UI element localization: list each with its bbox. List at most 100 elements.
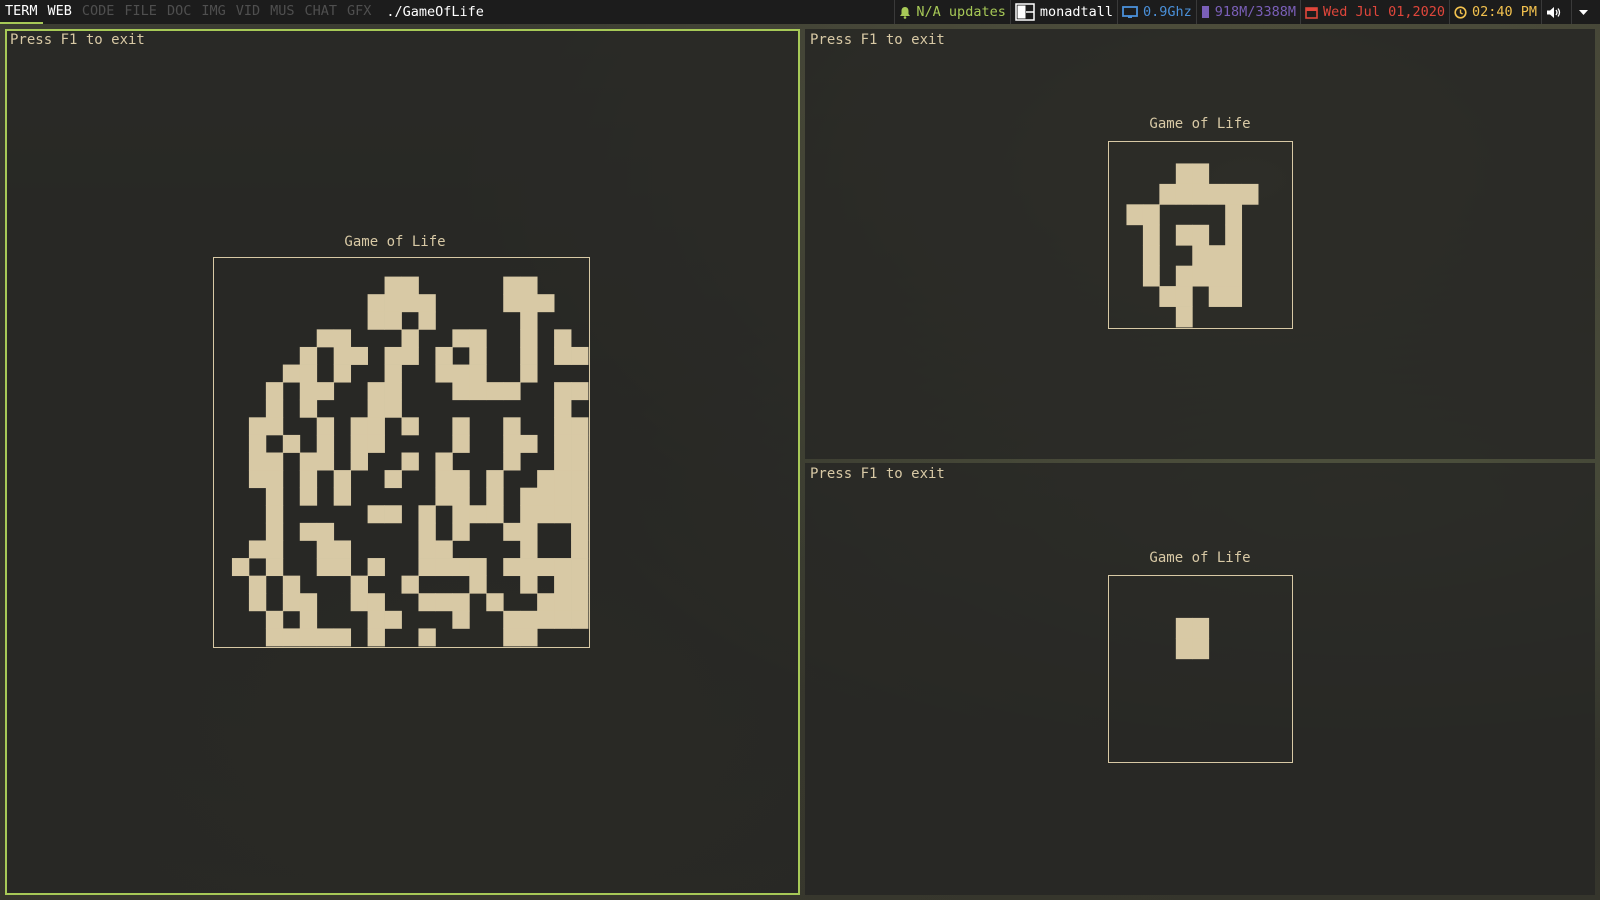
live-cell	[1175, 617, 1193, 639]
live-cell	[265, 452, 284, 471]
live-cell	[1126, 204, 1144, 226]
live-cell	[554, 505, 572, 524]
live-cell	[554, 470, 572, 489]
live-cell	[486, 505, 504, 524]
live-cell	[554, 452, 572, 471]
live-cell	[554, 399, 572, 418]
live-cell	[367, 294, 385, 313]
live-cell	[299, 452, 318, 471]
live-cell	[435, 452, 453, 471]
live-cell	[248, 417, 267, 436]
cpu-widget: 0.9Ghz	[1116, 0, 1196, 24]
live-cell	[452, 417, 470, 436]
live-cell	[1175, 286, 1193, 307]
live-cell	[350, 434, 368, 453]
live-cell	[248, 575, 267, 594]
live-cell	[503, 628, 521, 647]
group-tab-web[interactable]: WEB	[43, 0, 77, 24]
live-cell	[367, 610, 385, 629]
live-cell	[1192, 163, 1210, 185]
live-cell	[571, 558, 589, 577]
live-cell	[350, 452, 368, 471]
live-cell	[265, 417, 284, 436]
top-bar: TERM WEB CODE FILE DOC IMG VID MUS CHAT GFX ./Gam…	[0, 0, 1600, 24]
bell-icon	[900, 6, 911, 19]
live-cell	[1159, 183, 1177, 205]
live-cell	[265, 505, 284, 524]
layout-widget[interactable]: monadtall	[1009, 0, 1117, 24]
live-cell	[435, 346, 453, 365]
live-cell	[367, 382, 385, 401]
live-cell	[418, 558, 436, 577]
live-cell	[469, 382, 487, 401]
live-cell	[503, 276, 521, 295]
live-cell	[571, 382, 589, 401]
group-tab-img[interactable]: IMG	[196, 0, 230, 24]
live-cell	[571, 470, 589, 489]
live-cell	[333, 558, 352, 577]
clock-icon	[1454, 5, 1467, 19]
live-cell	[452, 382, 470, 401]
live-cell	[554, 593, 572, 612]
cpu-label: 0.9Ghz	[1142, 4, 1192, 20]
live-cell	[299, 593, 318, 612]
live-cell	[418, 540, 436, 559]
terminal-window-right-top[interactable]: Press F1 to exit Game of Life	[805, 29, 1595, 459]
live-cell	[1225, 265, 1243, 287]
live-cell	[316, 382, 335, 401]
live-cell	[401, 417, 419, 436]
group-tab-chat[interactable]: CHAT	[300, 0, 343, 24]
live-cell	[265, 610, 284, 629]
live-cell	[401, 346, 419, 365]
live-cell	[350, 417, 368, 436]
live-cell	[367, 417, 385, 436]
game-title: Game of Life	[1149, 116, 1251, 132]
live-cell	[1192, 224, 1210, 246]
live-cell	[486, 593, 504, 612]
cell-grid	[1126, 163, 1259, 328]
systray-menu[interactable]	[1571, 0, 1600, 24]
live-cell	[384, 276, 402, 295]
group-tab-mus[interactable]: MUS	[265, 0, 299, 24]
live-cell	[1192, 183, 1210, 205]
terminal-window-left[interactable]: Press F1 to exit Game of Life	[5, 29, 800, 895]
live-cell	[282, 593, 301, 612]
game-board	[213, 257, 590, 648]
live-cell	[367, 593, 385, 612]
live-cell	[367, 399, 385, 418]
live-cell	[384, 311, 402, 330]
group-tab-file[interactable]: FILE	[119, 0, 162, 24]
live-cell	[401, 329, 419, 348]
cell-grid	[231, 276, 589, 647]
live-cell	[299, 346, 318, 365]
live-cell	[350, 575, 368, 594]
live-cell	[520, 311, 538, 330]
live-cell	[537, 470, 555, 489]
group-tab-gfx[interactable]: GFX	[342, 0, 376, 24]
live-cell	[350, 593, 368, 612]
live-cell	[520, 346, 538, 365]
live-cell	[1208, 245, 1226, 267]
live-cell	[537, 487, 555, 506]
live-cell	[1175, 265, 1193, 287]
live-cell	[1208, 286, 1226, 307]
group-tab-term[interactable]: TERM	[0, 0, 43, 24]
live-cell	[299, 470, 318, 489]
live-cell	[265, 399, 284, 418]
live-cell	[469, 505, 487, 524]
live-cell	[469, 558, 487, 577]
live-cell	[571, 505, 589, 524]
group-tab-vid[interactable]: VID	[231, 0, 265, 24]
terminal-window-right-bottom[interactable]: Press F1 to exit Game of Life	[805, 463, 1595, 895]
group-tab-code[interactable]: CODE	[77, 0, 120, 24]
group-tab-doc[interactable]: DOC	[162, 0, 196, 24]
live-cell	[384, 346, 402, 365]
live-cell	[554, 575, 572, 594]
live-cell	[265, 522, 284, 541]
live-cell	[384, 364, 402, 383]
live-cell	[1175, 183, 1193, 205]
volume-widget[interactable]	[1541, 0, 1571, 24]
updates-widget[interactable]: N/A updates	[894, 0, 1009, 24]
live-cell	[571, 610, 589, 629]
live-cell	[520, 575, 538, 594]
